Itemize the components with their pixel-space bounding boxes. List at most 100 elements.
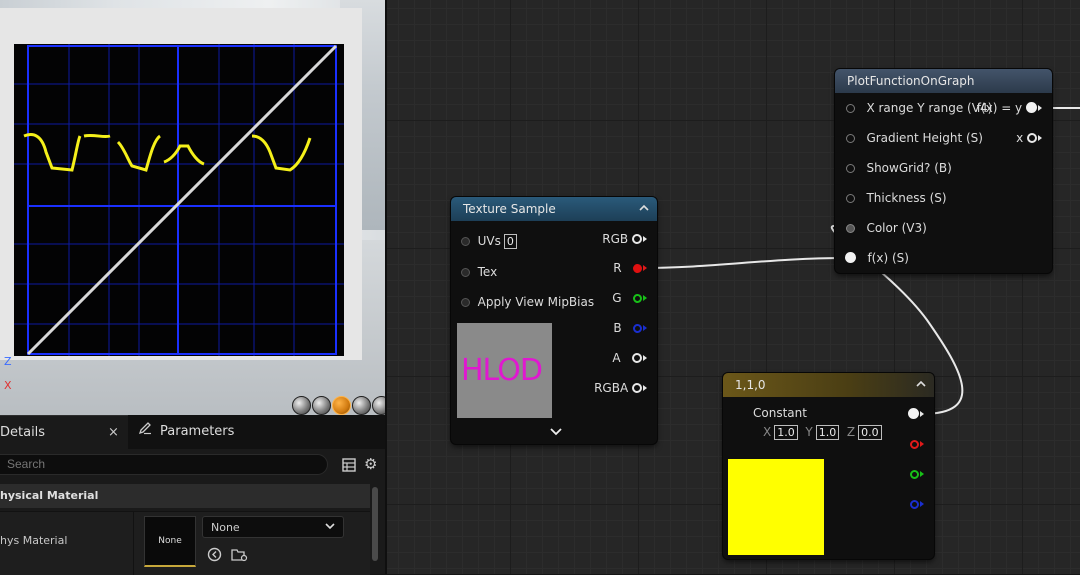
pin-color-icon[interactable] [846,224,855,233]
uvs-value-input[interactable]: 0 [503,234,517,249]
close-icon[interactable]: × [108,416,119,450]
pin-mipbias-icon[interactable] [461,298,470,307]
constant-header[interactable]: 1,1,0 [723,373,934,397]
pin-r-icon[interactable] [910,440,919,449]
pin-rgba-icon[interactable] [632,383,642,393]
plot-function-on-graph-node[interactable]: PlotFunctionOnGraph X range Y range (V4)… [835,69,1052,273]
tab-parameters-label: Parameters [160,424,235,439]
constant-values: X 1.0 Y 1.0 Z 0.0 [763,424,882,440]
output-pin-b[interactable]: B [613,320,647,336]
texture-preview: HLOD [457,323,552,418]
output-pin-rgba[interactable]: RGBA [594,380,647,396]
input-pin-thickness[interactable]: Thickness (S) [846,190,947,206]
x-label: X [763,425,772,439]
search-input[interactable] [0,454,328,475]
pin-b-icon[interactable] [910,500,919,509]
wire-r-to-fx [638,257,847,269]
constant3vector-node[interactable]: 1,1,0 Constant X 1.0 Y 1.0 Z 0.0 [723,373,934,559]
pin-constant-icon[interactable] [908,408,919,419]
collapse-arrow-icon[interactable] [639,197,649,221]
asset-picker-dropdown[interactable]: None [202,516,344,538]
details-panel: Details × Parameters ⚙ hysical Material … [0,415,385,575]
teapot-preview-icon[interactable] [372,396,385,415]
texture-preview-text: HLOD [461,353,543,388]
pin-xy-range-icon[interactable] [846,104,855,113]
property-divider[interactable] [133,512,134,575]
input-pin-apply-view-mipbias[interactable]: Apply View MipBias [461,294,594,310]
x-value-input[interactable]: 1.0 [774,425,798,440]
output-pin-x[interactable]: x [1016,130,1042,146]
preview-diagonal-line [26,44,338,356]
preview-shape-toolbar [292,396,385,415]
pin-thickness-icon[interactable] [846,194,855,203]
pin-rgb-icon[interactable] [632,234,642,244]
pin-r-icon[interactable] [633,264,642,273]
y-value-input[interactable]: 1.0 [815,425,840,440]
sphere-preview-icon[interactable] [312,396,331,415]
node-title: Texture Sample [463,202,556,216]
axis-gizmo: Z X [4,355,12,392]
node-title: PlotFunctionOnGraph [847,74,975,88]
pin-x-icon[interactable] [1027,133,1037,143]
browse-folder-icon[interactable] [231,547,249,562]
output-pin-r[interactable]: R [613,260,647,276]
panel-tab-bar: Details × Parameters [0,415,385,450]
output-pin-constant-b[interactable] [910,496,924,512]
preview-plot-curve [23,133,312,172]
tab-parameters[interactable]: Parameters [138,415,234,449]
expand-chevron-icon[interactable] [550,425,562,439]
pin-showgrid-icon[interactable] [846,164,855,173]
plot-function-header[interactable]: PlotFunctionOnGraph [835,69,1052,93]
tab-details-label: Details [0,425,46,440]
asset-thumbnail[interactable]: None [144,516,196,567]
input-pin-showgrid[interactable]: ShowGrid? (B) [846,160,952,176]
input-pin-gradient-height[interactable]: Gradient Height (S) [846,130,983,146]
output-pin-fx-equals-y[interactable]: f(x) = y [977,100,1042,116]
pencil-icon [138,415,154,449]
cube-preview-icon[interactable] [352,396,371,415]
pin-gradient-height-icon[interactable] [846,134,855,143]
tab-details[interactable]: Details × [0,415,128,450]
output-pin-constant[interactable] [908,406,924,422]
z-value-input[interactable]: 0.0 [858,425,882,440]
constant-color-swatch [728,459,824,555]
phys-material-property-row: hys Material None None [0,511,370,575]
output-pin-g[interactable]: G [612,290,647,306]
axis-z-label: Z [4,355,12,368]
pin-fx-icon[interactable] [845,252,856,263]
output-pin-constant-g[interactable] [910,466,924,482]
output-pin-constant-r[interactable] [910,436,924,452]
pin-b-icon[interactable] [633,324,642,333]
search-row: ⚙ [0,453,385,477]
texture-sample-node[interactable]: Texture Sample UVs 0 Tex Apply View MipBi… [451,197,657,444]
pin-g-icon[interactable] [910,470,919,479]
table-view-icon[interactable] [342,457,356,472]
input-pin-uvs[interactable]: UVs 0 [461,233,517,249]
input-pin-fx[interactable]: f(x) (S) [845,250,909,266]
pin-a-icon[interactable] [632,353,642,363]
input-pin-tex[interactable]: Tex [461,264,497,280]
details-scrollbar[interactable] [372,487,378,561]
pin-fx-y-icon[interactable] [1026,102,1037,113]
texture-sample-header[interactable]: Texture Sample [451,197,657,221]
material-preview-viewport[interactable]: Z X [0,0,385,415]
input-pin-xrange-yrange[interactable]: X range Y range (V4) [846,100,992,116]
physical-material-section-header[interactable]: hysical Material [0,484,370,508]
y-label: Y [805,425,813,439]
section-title: hysical Material [0,489,99,502]
axis-x-label: X [4,379,12,392]
pin-g-icon[interactable] [633,294,642,303]
collapse-arrow-icon[interactable] [916,373,926,397]
use-selected-asset-icon[interactable] [207,547,222,562]
settings-gear-icon[interactable]: ⚙ [364,456,377,472]
pin-uvs-icon[interactable] [461,237,470,246]
output-pin-rgb[interactable]: RGB [602,231,647,247]
material-graph-canvas[interactable]: Texture Sample UVs 0 Tex Apply View MipBi… [385,0,1080,574]
cylinder-preview-icon[interactable] [292,396,311,415]
plane-preview-icon[interactable] [332,396,351,415]
chevron-down-icon [325,517,335,539]
z-label: Z [846,425,856,439]
input-pin-color[interactable]: Color (V3) [846,220,927,236]
output-pin-a[interactable]: A [612,350,647,366]
pin-tex-icon[interactable] [461,268,470,277]
